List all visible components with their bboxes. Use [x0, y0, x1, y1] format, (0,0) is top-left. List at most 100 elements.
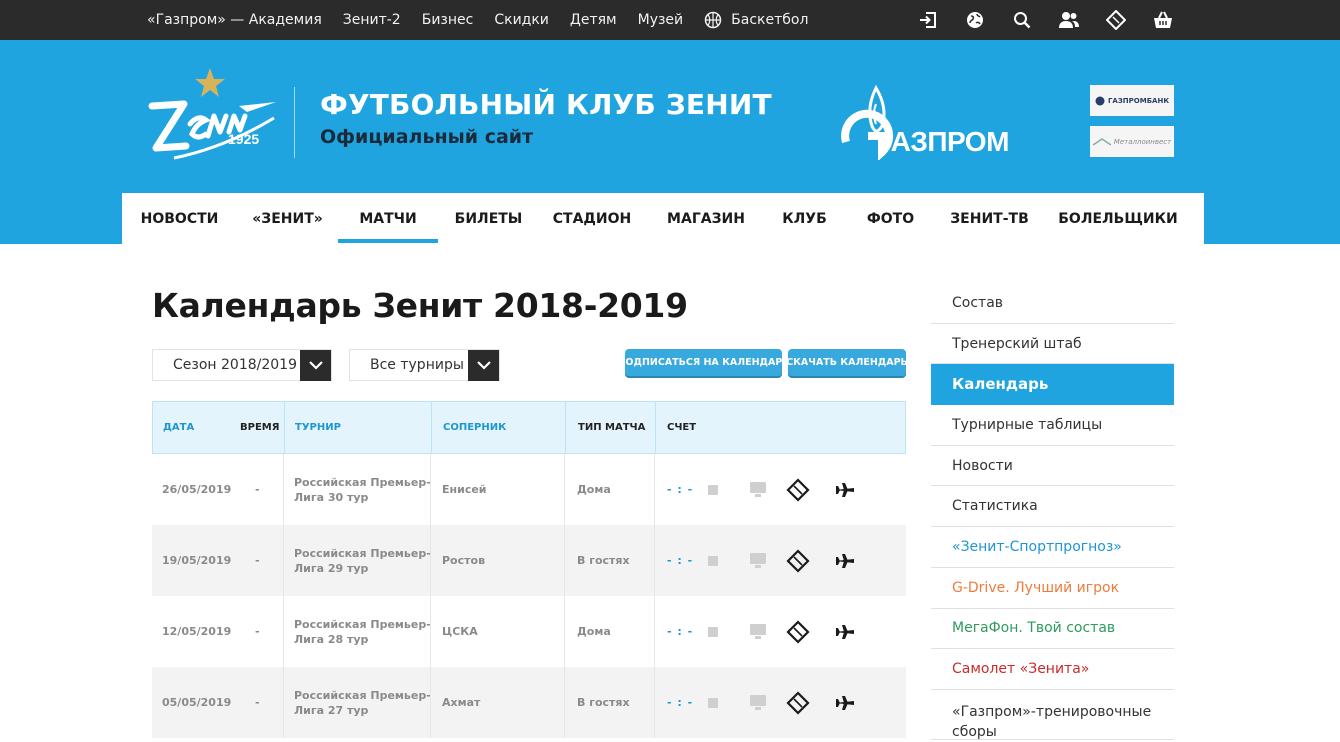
nav-fans[interactable]: БОЛЕЛЬЩИКИ [1040, 193, 1196, 244]
table-row[interactable]: 26/05/2019 - Российская Премьер- Лига 30 … [152, 454, 906, 525]
tournament-line-2: Лига 27 тур [294, 703, 369, 717]
cell-type: В гостях [577, 696, 630, 709]
monitor-icon[interactable] [749, 525, 767, 596]
monitor-icon[interactable] [749, 454, 767, 525]
nav-tickets[interactable]: БИЛЕТЫ [438, 193, 539, 244]
nav-stadium[interactable]: СТАДИОН [539, 193, 645, 244]
ticket-icon[interactable] [786, 525, 810, 596]
row-divider [564, 667, 565, 738]
row-divider [564, 525, 565, 596]
cell-time: - [255, 554, 260, 567]
nav-news[interactable]: НОВОСТИ [122, 193, 237, 244]
season-select[interactable]: Сезон 2018/2019 [152, 349, 332, 381]
tournament-line-1: Российская Премьер- [294, 688, 431, 702]
tournament-line-2: Лига 28 тур [294, 632, 369, 646]
sponsor-metalloinvest[interactable]: Металлоинвест [1090, 126, 1174, 157]
top-bar: «Газпром» — Академия Зенит-2 Бизнес Скид… [0, 0, 1340, 40]
club-subtitle: Официальный сайт [320, 126, 534, 148]
top-nav-kids[interactable]: Детям [570, 12, 617, 28]
metalloinvest-icon [1092, 137, 1111, 146]
plane-icon[interactable] [835, 454, 855, 525]
cell-score: - : - [667, 483, 694, 496]
page-title: Календарь Зенит 2018-2019 [152, 286, 688, 325]
top-nav-discounts[interactable]: Скидки [494, 12, 549, 28]
row-divider [654, 596, 655, 667]
sponsor2-label: Металлоинвест [1113, 137, 1172, 146]
cell-tournament: Российская Премьер- Лига 27 тур [294, 667, 431, 738]
sidebar-item-plane[interactable]: Самолет «Зенита» [931, 649, 1174, 690]
row-divider [564, 454, 565, 525]
search-icon[interactable] [1009, 7, 1035, 33]
chevron-down-icon[interactable] [300, 349, 331, 381]
gazprom-wordmark: ГАЗПРОМ [877, 126, 1009, 157]
nav-photo[interactable]: ФОТО [842, 193, 939, 244]
logo-year: 1925 [228, 131, 259, 147]
header-opponent[interactable]: СОПЕРНИК [443, 402, 506, 453]
download-calendar-button[interactable]: СКАЧАТЬ КАЛЕНДАРЬ [786, 349, 908, 376]
nav-shop[interactable]: МАГАЗИН [645, 193, 767, 244]
top-nav-academy[interactable]: «Газпром» — Академия [147, 12, 322, 28]
top-nav-basketball[interactable]: Баскетбол [704, 11, 829, 29]
season-select-value: Сезон 2018/2019 [173, 357, 297, 373]
tournament-select[interactable]: Все турниры [349, 349, 500, 381]
cell-type: Дома [577, 483, 611, 496]
row-divider [283, 454, 284, 525]
top-nav-zenit2[interactable]: Зенит-2 [343, 12, 401, 28]
ticket-icon[interactable] [786, 596, 810, 667]
sponsor-gazprombank[interactable]: ГАЗПРОМБАНК [1090, 85, 1174, 116]
subscribe-calendar-button[interactable]: ПОДПИСАТЬСЯ НА КАЛЕНДАРЬ [617, 349, 790, 376]
sponsor1-label: ГАЗПРОМБАНК [1107, 96, 1170, 105]
sidebar-item-calendar[interactable]: Календарь [931, 364, 1174, 406]
sidebar-item-tables[interactable]: Турнирные таблицы [931, 405, 1174, 446]
cell-opponent: Ростов [442, 554, 486, 567]
chevron-down-icon[interactable] [468, 349, 499, 381]
cell-score: - : - [667, 625, 694, 638]
sidebar-item-squad[interactable]: Состав [931, 283, 1174, 324]
sidebar-item-sportprognoz[interactable]: «Зенит-Спортпрогноз» [931, 527, 1174, 568]
top-nav-museum[interactable]: Музей [638, 12, 684, 28]
row-divider [430, 454, 431, 525]
plane-icon[interactable] [835, 525, 855, 596]
top-nav: «Газпром» — Академия Зенит-2 Бизнес Скид… [147, 0, 850, 40]
sidebar-item-news[interactable]: Новости [931, 446, 1174, 487]
ticket-icon[interactable] [1103, 7, 1129, 33]
zenit-logo[interactable]: 1925 [144, 66, 279, 161]
nav-club[interactable]: КЛУБ [767, 193, 842, 244]
plane-icon[interactable] [835, 596, 855, 667]
plane-icon[interactable] [835, 667, 855, 738]
tournament-select-value: Все турниры [370, 357, 464, 373]
tournament-line-2: Лига 30 тур [294, 490, 369, 504]
ticket-icon[interactable] [786, 667, 810, 738]
square-icon [708, 667, 718, 738]
header-score: СЧЕТ [667, 422, 697, 433]
tournament-line-1: Российская Премьер- [294, 617, 431, 631]
globe-icon[interactable] [962, 7, 988, 33]
sidebar-item-gdrive[interactable]: G-Drive. Лучший игрок [931, 568, 1174, 609]
cell-date: 12/05/2019 [162, 625, 232, 638]
ticket-icon[interactable] [786, 454, 810, 525]
sidebar-item-training-camps[interactable]: «Газпром»-тренировочные сборы [931, 690, 1174, 740]
table-row[interactable]: 12/05/2019 - Российская Премьер- Лига 28 … [152, 596, 906, 667]
table-row[interactable]: 05/05/2019 - Российская Премьер- Лига 27 … [152, 667, 906, 738]
header-tournament[interactable]: ТУРНИР [295, 402, 341, 453]
sidebar-item-megafon[interactable]: МегаФон. Твой состав [931, 609, 1174, 650]
square-icon [708, 454, 718, 525]
monitor-icon[interactable] [749, 596, 767, 667]
sidebar-item-coaches[interactable]: Тренерский штаб [931, 324, 1174, 365]
users-icon[interactable] [1056, 7, 1082, 33]
shop-basket-icon[interactable] [1150, 7, 1176, 33]
table-row[interactable]: 19/05/2019 - Российская Премьер- Лига 29 … [152, 525, 906, 596]
nav-zenit[interactable]: «ЗЕНИТ» [237, 193, 338, 244]
nav-zenit-tv[interactable]: ЗЕНИТ-ТВ [939, 193, 1040, 244]
login-icon[interactable] [915, 7, 941, 33]
nav-matches[interactable]: МАТЧИ [338, 193, 438, 244]
monitor-icon[interactable] [749, 667, 767, 738]
sidebar-item-stats[interactable]: Статистика [931, 486, 1174, 528]
main-nav: НОВОСТИ «ЗЕНИТ» МАТЧИ БИЛЕТЫ СТАДИОН МАГ… [122, 193, 1204, 244]
row-divider [283, 667, 284, 738]
header-date[interactable]: ДАТА [163, 402, 194, 453]
cell-tournament: Российская Премьер- Лига 30 тур [294, 454, 431, 525]
row-divider [283, 525, 284, 596]
cell-type: В гостях [577, 554, 630, 567]
top-nav-business[interactable]: Бизнес [422, 12, 474, 28]
